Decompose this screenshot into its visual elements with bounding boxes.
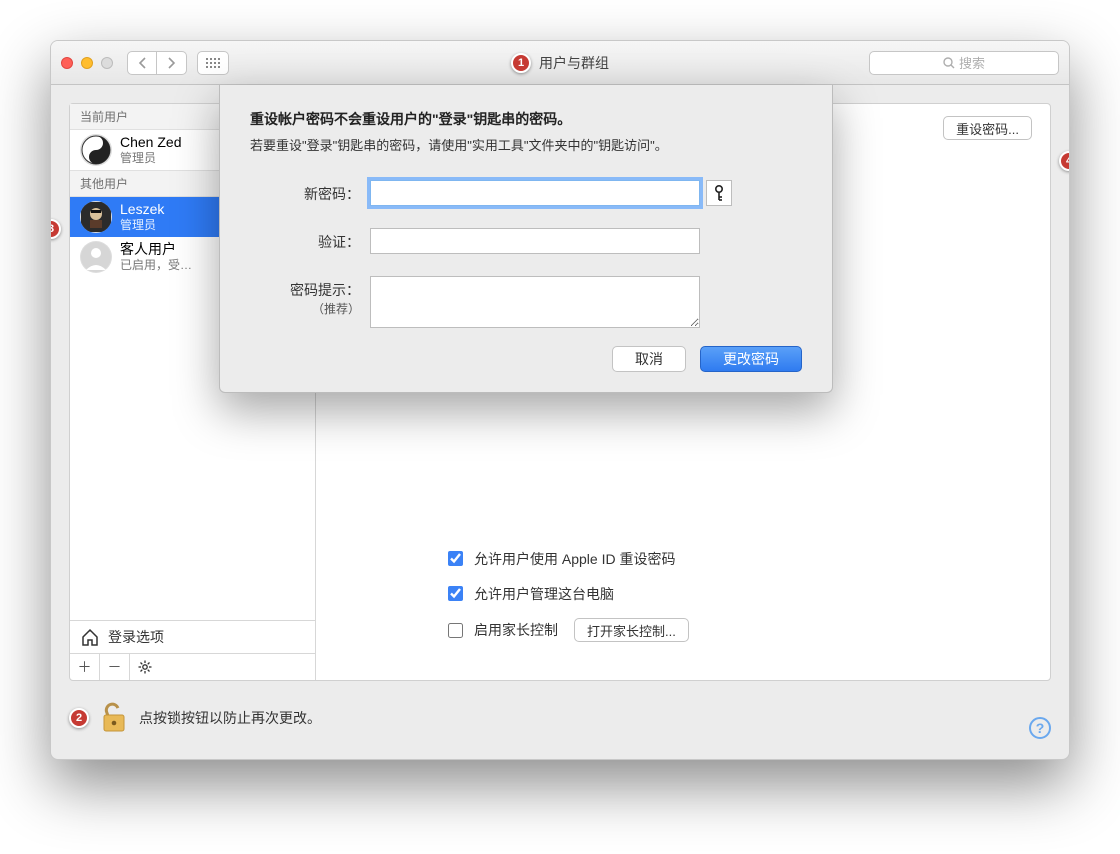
annotation-badge-2: 2 xyxy=(69,708,89,728)
new-password-row: 新密码： xyxy=(250,180,802,206)
checkbox[interactable] xyxy=(448,586,463,601)
sidebar-bottom: 登录选项 ＋ － xyxy=(70,620,315,680)
user-role: 管理员 xyxy=(120,151,181,165)
hint-input[interactable] xyxy=(370,276,700,328)
user-name: 客人用户 xyxy=(120,241,192,258)
reset-password-sheet: 重设帐户密码不会重设用户的"登录"钥匙串的密码。 若要重设"登录"钥匙串的密码，… xyxy=(219,85,833,393)
help-button[interactable]: ? xyxy=(1029,717,1051,739)
allow-appleid-checkbox[interactable]: 允许用户使用 Apple ID 重设密码 xyxy=(444,548,689,569)
password-assistant-button[interactable] xyxy=(706,180,732,206)
options-group: 允许用户使用 Apple ID 重设密码 允许用户管理这台电脑 启用家长控制 打… xyxy=(444,548,689,642)
checkbox-label: 允许用户使用 Apple ID 重设密码 xyxy=(474,549,675,569)
login-options[interactable]: 登录选项 xyxy=(70,621,315,653)
allow-admin-checkbox[interactable]: 允许用户管理这台电脑 xyxy=(444,583,689,604)
verify-input[interactable] xyxy=(370,228,700,254)
parental-controls-checkbox[interactable]: 启用家长控制 打开家长控制... xyxy=(444,618,689,642)
user-name: Chen Zed xyxy=(120,134,181,151)
login-options-label: 登录选项 xyxy=(108,627,164,647)
hint-row: 密码提示： （推荐） xyxy=(250,276,802,328)
remove-user-button[interactable]: － xyxy=(100,654,130,680)
checkbox-label: 允许用户管理这台电脑 xyxy=(474,584,614,604)
zoom-button[interactable] xyxy=(101,57,113,69)
cancel-button[interactable]: 取消 xyxy=(612,346,686,372)
house-icon xyxy=(80,627,100,647)
sheet-title: 重设帐户密码不会重设用户的"登录"钥匙串的密码。 xyxy=(250,109,802,129)
nav-buttons xyxy=(127,51,187,75)
search-input[interactable]: 搜索 xyxy=(869,51,1059,75)
window-title: 用户与群组 xyxy=(539,53,609,73)
avatar xyxy=(80,134,112,166)
user-role: 管理员 xyxy=(120,218,164,232)
traffic-lights xyxy=(61,57,113,69)
reset-password-button[interactable]: 重设密码... xyxy=(943,116,1032,140)
checkbox[interactable] xyxy=(448,551,463,566)
new-password-input[interactable] xyxy=(370,180,700,206)
titlebar: 1 用户与群组 搜索 xyxy=(51,41,1069,85)
lock-text: 点按锁按钮以防止再次更改。 xyxy=(139,708,321,728)
action-menu-button[interactable] xyxy=(130,654,160,680)
annotation-badge-1: 1 xyxy=(511,53,531,73)
prefs-window: 1 用户与群组 搜索 当前用户 Chen Zed 管理员 xyxy=(50,40,1070,760)
user-role: 已启用，受… xyxy=(120,258,192,272)
verify-row: 验证： xyxy=(250,228,802,254)
gear-icon xyxy=(138,660,152,674)
sidebar-tools: ＋ － xyxy=(70,653,315,680)
avatar xyxy=(80,201,112,233)
sheet-subtitle: 若要重设"登录"钥匙串的密码，请使用"实用工具"文件夹中的"钥匙访问"。 xyxy=(250,135,802,154)
unlock-icon xyxy=(101,701,127,733)
add-user-button[interactable]: ＋ xyxy=(70,654,100,680)
verify-label: 验证： xyxy=(250,228,370,252)
lock-button[interactable] xyxy=(101,701,127,736)
sheet-buttons: 取消 更改密码 xyxy=(250,346,802,372)
search-icon xyxy=(943,57,955,69)
forward-button[interactable] xyxy=(157,51,187,75)
avatar xyxy=(80,241,112,273)
open-parental-controls-button[interactable]: 打开家长控制... xyxy=(574,618,689,642)
search-placeholder: 搜索 xyxy=(959,53,985,72)
new-password-label: 新密码： xyxy=(250,180,370,204)
checkbox-label: 启用家长控制 xyxy=(474,620,558,640)
key-icon xyxy=(713,185,725,201)
footer: 2 点按锁按钮以防止再次更改。 ? xyxy=(69,693,1051,743)
checkbox[interactable] xyxy=(448,623,463,638)
minimize-button[interactable] xyxy=(81,57,93,69)
change-password-button[interactable]: 更改密码 xyxy=(700,346,802,372)
back-button[interactable] xyxy=(127,51,157,75)
show-all-button[interactable] xyxy=(197,51,229,75)
hint-label: 密码提示： （推荐） xyxy=(250,276,370,317)
user-name: Leszek xyxy=(120,201,164,218)
close-button[interactable] xyxy=(61,57,73,69)
